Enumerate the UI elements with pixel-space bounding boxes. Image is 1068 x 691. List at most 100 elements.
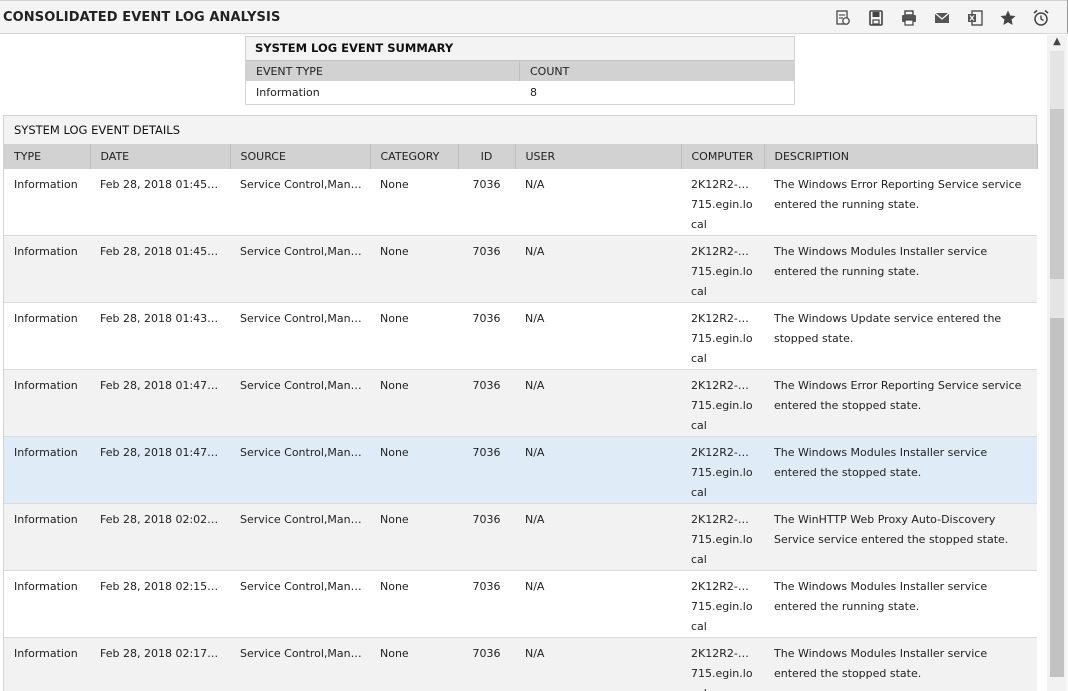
save-button[interactable] xyxy=(859,7,892,29)
excel-export-button[interactable]: X xyxy=(958,7,991,29)
report-settings-icon xyxy=(835,10,850,25)
cell-source: Service Control,Man… xyxy=(230,369,370,437)
cell-id: 7036 xyxy=(458,570,515,638)
cell-type: Information xyxy=(4,369,90,437)
scroll-thumb-upper[interactable] xyxy=(1050,109,1064,279)
print-icon xyxy=(901,10,916,26)
cell-type: Information xyxy=(4,503,90,571)
cell-source: Service Control,Man… xyxy=(230,503,370,571)
column-header-id[interactable]: ID xyxy=(458,144,516,169)
column-header-computer[interactable]: COMPUTER xyxy=(681,144,765,169)
table-row[interactable]: Information Feb 28, 2018 01:47… Service Co… xyxy=(4,369,1037,437)
cell-id: 7036 xyxy=(458,637,515,691)
column-header-description[interactable]: DESCRIPTION xyxy=(764,144,1038,169)
report-toolbar: X xyxy=(826,7,1057,29)
table-row[interactable]: Information Feb 28, 2018 01:45… Service Co… xyxy=(4,169,1037,236)
cell-type: Information xyxy=(4,570,90,638)
scroll-track[interactable] xyxy=(1050,51,1064,677)
cell-user: N/A xyxy=(515,302,681,370)
cell-source: Service Control,Man… xyxy=(230,169,370,236)
cell-date: Feb 28, 2018 01:45… xyxy=(90,169,230,236)
column-header-user[interactable]: USER xyxy=(515,144,682,169)
cell-computer: 2K12R2-…715.egin.local xyxy=(681,436,764,504)
cell-category: None xyxy=(370,637,458,691)
cell-computer: 2K12R2-…715.egin.local xyxy=(681,503,764,571)
column-header-category[interactable]: CATEGORY xyxy=(370,144,459,169)
cell-user: N/A xyxy=(515,235,681,303)
table-row[interactable]: Information Feb 28, 2018 01:47… Service Co… xyxy=(4,436,1037,504)
table-row[interactable]: Information Feb 28, 2018 01:45… Service Co… xyxy=(4,235,1037,303)
vertical-scrollbar[interactable]: ▲ xyxy=(1047,35,1067,691)
schedule-button[interactable] xyxy=(1024,7,1057,29)
cell-date: Feb 28, 2018 02:17… xyxy=(90,637,230,691)
cell-category: None xyxy=(370,169,458,236)
cell-type: Information xyxy=(4,302,90,370)
cell-description: The Windows Error Reporting Service serv… xyxy=(764,369,1037,437)
cell-user: N/A xyxy=(515,369,681,437)
cell-id: 7036 xyxy=(458,369,515,437)
table-row[interactable]: Information Feb 28, 2018 02:15… Service Co… xyxy=(4,570,1037,638)
event-summary-panel: SYSTEM LOG EVENT SUMMARY EVENT TYPE COUN… xyxy=(245,36,795,105)
cell-source: Service Control,Man… xyxy=(230,570,370,638)
cell-id: 7036 xyxy=(458,503,515,571)
cell-description: The Windows Update service entered the s… xyxy=(764,302,1037,370)
cell-category: None xyxy=(370,235,458,303)
cell-type: Information xyxy=(4,169,90,236)
cell-user: N/A xyxy=(515,637,681,691)
svg-text:X: X xyxy=(969,15,975,23)
report-settings-button[interactable] xyxy=(826,7,859,29)
scroll-up-arrow-icon[interactable]: ▲ xyxy=(1047,35,1067,49)
cell-description: The Windows Error Reporting Service serv… xyxy=(764,169,1037,236)
cell-computer: 2K12R2-…715.egin.local xyxy=(681,637,764,691)
cell-id: 7036 xyxy=(458,169,515,236)
summary-header-event-type[interactable]: EVENT TYPE xyxy=(246,61,520,81)
cell-description: The Windows Modules Installer service en… xyxy=(764,235,1037,303)
table-row[interactable]: Information Feb 28, 2018 02:02… Service Co… xyxy=(4,503,1037,571)
page-title: CONSOLIDATED EVENT LOG ANALYSIS xyxy=(3,10,281,25)
email-icon xyxy=(934,12,949,23)
cell-category: None xyxy=(370,503,458,571)
cell-description: The WinHTTP Web Proxy Auto-Discovery Ser… xyxy=(764,503,1037,571)
cell-date: Feb 28, 2018 01:43… xyxy=(90,302,230,370)
title-bar: CONSOLIDATED EVENT LOG ANALYSIS X xyxy=(0,0,1068,34)
email-button[interactable] xyxy=(925,7,958,29)
column-header-date[interactable]: DATE xyxy=(90,144,231,169)
column-header-source[interactable]: SOURCE xyxy=(230,144,371,169)
cell-description: The Windows Modules Installer service en… xyxy=(764,570,1037,638)
alarm-clock-icon xyxy=(1032,9,1049,26)
save-icon xyxy=(868,10,883,26)
favorite-button[interactable] xyxy=(991,7,1024,29)
cell-category: None xyxy=(370,302,458,370)
cell-user: N/A xyxy=(515,503,681,571)
cell-date: Feb 28, 2018 01:47… xyxy=(90,369,230,437)
cell-date: Feb 28, 2018 02:02… xyxy=(90,503,230,571)
cell-computer: 2K12R2-…715.egin.local xyxy=(681,235,764,303)
cell-id: 7036 xyxy=(458,235,515,303)
cell-type: Information xyxy=(4,436,90,504)
summary-cell-count[interactable]: 8 xyxy=(520,81,537,103)
table-row[interactable]: Information Feb 28, 2018 02:17… Service Co… xyxy=(4,637,1037,691)
cell-id: 7036 xyxy=(458,302,515,370)
cell-date: Feb 28, 2018 01:45… xyxy=(90,235,230,303)
cell-computer: 2K12R2-…715.egin.local xyxy=(681,570,764,638)
cell-category: None xyxy=(370,436,458,504)
cell-type: Information xyxy=(4,235,90,303)
print-button[interactable] xyxy=(892,7,925,29)
summary-header-count[interactable]: COUNT xyxy=(520,61,569,81)
cell-type: Information xyxy=(4,637,90,691)
summary-cell-type: Information xyxy=(256,86,320,99)
details-header-row: TYPE DATE SOURCE CATEGORY ID USER COMPUT… xyxy=(4,144,1038,169)
table-row[interactable]: Information Feb 28, 2018 01:43… Service Co… xyxy=(4,302,1037,370)
cell-description: The Windows Modules Installer service en… xyxy=(764,637,1037,691)
event-details-panel: SYSTEM LOG EVENT DETAILS TYPE DATE SOURC… xyxy=(3,115,1038,691)
details-title: SYSTEM LOG EVENT DETAILS xyxy=(4,116,1036,144)
cell-computer: 2K12R2-…715.egin.local xyxy=(681,169,764,236)
cell-date: Feb 28, 2018 02:15… xyxy=(90,570,230,638)
cell-category: None xyxy=(370,369,458,437)
cell-source: Service Control,Man… xyxy=(230,302,370,370)
scroll-thumb[interactable] xyxy=(1050,318,1064,677)
column-header-type[interactable]: TYPE xyxy=(4,144,91,169)
favorite-star-icon xyxy=(1000,10,1015,25)
summary-header-row: EVENT TYPE COUNT xyxy=(246,60,794,81)
cell-date: Feb 28, 2018 01:47… xyxy=(90,436,230,504)
